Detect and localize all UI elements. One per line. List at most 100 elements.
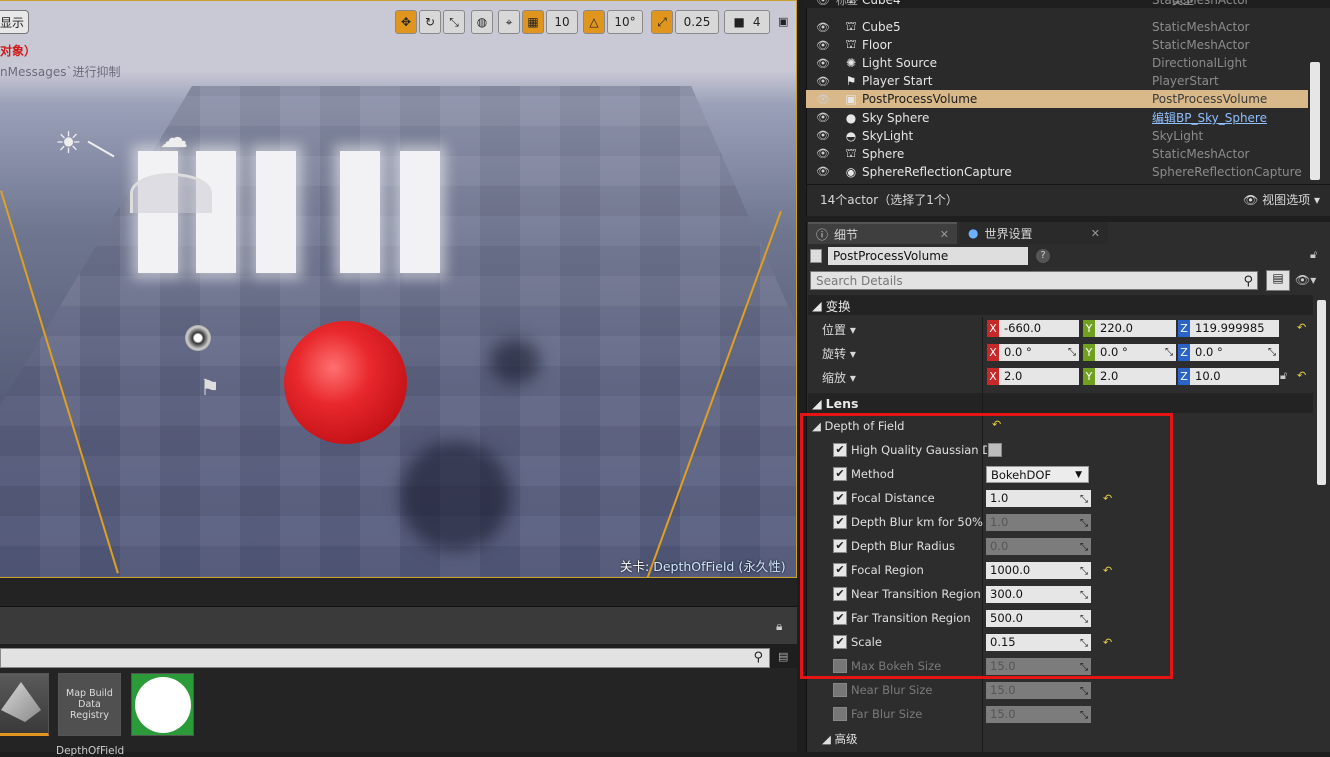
tab-world-settings[interactable]: ● 世界设置 ✕: [960, 222, 1108, 244]
actor-type[interactable]: 编辑BP_Sky_Sphere: [1152, 109, 1267, 126]
skylight-icon: ◓: [845, 128, 857, 143]
visibility-eye-icon[interactable]: 👁︎: [806, 111, 840, 124]
scale-tool-icon[interactable]: ⤡: [443, 10, 465, 34]
translate-tool-icon[interactable]: ✥: [395, 10, 417, 34]
asset-tile-sphere[interactable]: [131, 673, 194, 736]
outliner-row[interactable]: 👁︎⛫Cube4 StaticMeshActor: [806, 0, 1308, 9]
scale-y-field[interactable]: 2.0: [1095, 368, 1176, 385]
rotation-snap-icon[interactable]: △: [583, 10, 605, 34]
tab-details[interactable]: ⓘ 细节 ✕: [808, 222, 957, 244]
scale-label[interactable]: 缩放 ▾: [822, 369, 856, 386]
cube-pillar[interactable]: [256, 151, 296, 273]
save-search-icon[interactable]: ▤: [778, 650, 788, 663]
view-options-button[interactable]: 👁︎ 视图选项 ▾: [1243, 191, 1320, 208]
cube-pillar[interactable]: [400, 151, 440, 273]
actor-type: SphereReflectionCapture: [1152, 164, 1302, 179]
outliner-scrollbar[interactable]: [1310, 62, 1320, 180]
outliner-row[interactable]: 👁︎ ● Sky Sphere 编辑BP_Sky_Sphere: [806, 109, 1308, 127]
visibility-eye-icon[interactable]: 👁︎: [806, 165, 840, 178]
asset-tile-map-build[interactable]: Map Build Data Registry: [58, 673, 121, 736]
red-sphere[interactable]: [284, 321, 407, 444]
outliner-row[interactable]: 👁︎ ⚑ Player Start PlayerStart: [806, 72, 1308, 90]
maximize-viewport-icon[interactable]: ▣: [778, 15, 788, 28]
location-z-field[interactable]: 119.999985: [1190, 320, 1279, 337]
outliner-row[interactable]: 👁︎ ⛫ Cube5 StaticMeshActor: [806, 18, 1308, 36]
actor-name: Cube5: [862, 20, 901, 34]
player-start-icon: ⚑: [845, 74, 857, 89]
location-y-field[interactable]: 220.0: [1095, 320, 1176, 337]
outliner-row[interactable]: 👁︎ ◉ SphereReflectionCapture SphereReflecti…: [806, 163, 1308, 181]
visibility-eye-icon[interactable]: 👁︎: [806, 57, 840, 70]
sphere-thumbnail-icon: [134, 676, 191, 733]
axis-x-icon: X: [987, 320, 999, 337]
level-viewport[interactable]: ☀ ☁ ⚑ 显示 对象） nMessages`进行抑制 ✥ ↻ ⤡ ◍ ⌖ ▦ …: [0, 0, 797, 578]
scale-x-field[interactable]: 2.0: [999, 368, 1079, 385]
close-icon[interactable]: ✕: [1091, 227, 1100, 240]
outliner-row[interactable]: 👁︎ ◓ SkyLight SkyLight: [806, 127, 1308, 145]
section-lens[interactable]: ◢ Lens: [808, 393, 1313, 413]
scale-z-field[interactable]: 10.0: [1190, 368, 1279, 385]
rotation-z-field[interactable]: 0.0 ° ⤡: [1190, 344, 1279, 361]
details-scrollbar[interactable]: [1317, 300, 1326, 485]
surface-snap-icon[interactable]: ⌖: [498, 10, 520, 34]
location-label[interactable]: 位置 ▾: [822, 321, 856, 338]
visibility-options-icon[interactable]: 👁︎▾: [1295, 273, 1316, 287]
rotation-snap-value[interactable]: 10°: [607, 10, 643, 34]
rotation-y-field[interactable]: 0.0 ° ⤡: [1095, 344, 1176, 361]
reset-to-default-icon[interactable]: ↶: [1297, 369, 1306, 382]
visibility-eye-icon[interactable]: 👁︎: [806, 93, 840, 106]
visibility-eye-icon[interactable]: 👁︎: [806, 147, 840, 160]
grid-snap-icon[interactable]: ▦: [522, 10, 544, 34]
rotation-label[interactable]: 旋转 ▾: [822, 345, 856, 362]
outliner-row[interactable]: 👁︎ ▣ PostProcessVolume PostProcessVolume: [806, 90, 1308, 109]
show-button[interactable]: 显示: [0, 10, 29, 34]
rotate-tool-icon[interactable]: ↻: [419, 10, 441, 34]
reset-to-default-icon[interactable]: ↶: [1297, 321, 1306, 334]
location-x-field[interactable]: -660.0: [999, 320, 1079, 337]
globe-icon: ●: [968, 226, 979, 240]
content-browser-toolbar: 🔒︎: [0, 606, 797, 644]
outliner-row[interactable]: 👁︎ ⛫ Floor StaticMeshActor: [806, 36, 1308, 54]
override-checkbox[interactable]: [833, 707, 847, 721]
property-matrix-icon[interactable]: ▤: [1266, 270, 1290, 291]
sun-icon[interactable]: ☀: [55, 126, 82, 161]
skylight-icon[interactable]: [130, 173, 212, 213]
section-transform[interactable]: ◢ 变换: [808, 295, 1313, 315]
override-checkbox[interactable]: [833, 683, 847, 697]
close-icon[interactable]: ✕: [940, 228, 949, 241]
advanced-category[interactable]: ◢ 高级: [822, 731, 858, 747]
content-search-input[interactable]: ⚲: [0, 648, 770, 668]
actor-name: PostProcessVolume: [862, 92, 978, 107]
camera-speed[interactable]: ■ 4: [724, 10, 770, 34]
visibility-eye-icon[interactable]: 👁︎: [806, 21, 840, 34]
visibility-eye-icon[interactable]: 👁︎: [806, 0, 840, 7]
visibility-eye-icon[interactable]: 👁︎: [806, 75, 840, 88]
asset-tile-level[interactable]: [0, 673, 49, 736]
visibility-eye-icon[interactable]: 👁︎: [806, 39, 840, 52]
outliner-row[interactable]: 👁︎ ⛫ Sphere StaticMeshActor: [806, 145, 1308, 163]
drag-handle-icon[interactable]: ⤡: [1068, 344, 1076, 361]
search-details-input[interactable]: Search Details ⚲: [810, 271, 1258, 290]
actor-name-field[interactable]: PostProcessVolume: [828, 247, 1028, 265]
visibility-eye-icon[interactable]: 👁︎: [806, 129, 840, 142]
sky-sphere-icon[interactable]: ☁: [160, 121, 188, 154]
property-row: Near Blur Size 15.0 ⤡: [833, 679, 1303, 701]
drag-handle-icon[interactable]: ⤡: [1268, 344, 1276, 361]
player-start-icon[interactable]: ⚑: [200, 376, 220, 401]
drag-handle-icon[interactable]: ⤡: [1165, 344, 1173, 361]
camera-icon: ■: [733, 15, 745, 29]
reflection-capture-icon[interactable]: [185, 325, 211, 351]
lock-scale-icon[interactable]: 🔓︎: [1280, 369, 1287, 383]
actor-type-icon: [810, 249, 822, 263]
scale-snap-value[interactable]: 0.25: [675, 10, 719, 34]
rotation-x-field[interactable]: 0.0 ° ⤡: [999, 344, 1079, 361]
grid-snap-value[interactable]: 10: [546, 10, 578, 34]
scale-snap-icon[interactable]: ⤢: [651, 10, 673, 34]
help-icon[interactable]: ?: [1036, 249, 1050, 263]
world-space-icon[interactable]: ◍: [471, 10, 493, 34]
outliner-row[interactable]: 👁︎ ✺ Light Source DirectionalLight: [806, 54, 1308, 72]
property-label: Near Blur Size: [851, 683, 933, 697]
lock-icon[interactable]: 🔒︎: [776, 619, 782, 634]
lock-icon[interactable]: 🔓︎: [1310, 248, 1317, 262]
cube-pillar[interactable]: [340, 151, 380, 273]
